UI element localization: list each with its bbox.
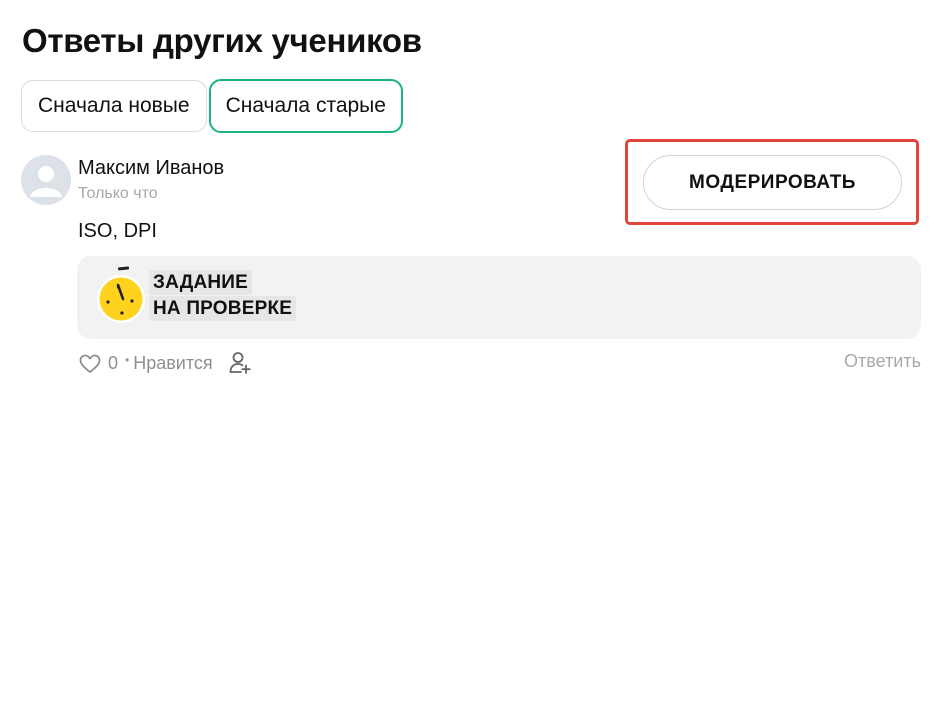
like-label: Нравится	[133, 352, 213, 373]
answer-actions: 0 • Нравится	[79, 351, 251, 375]
add-user-icon[interactable]	[229, 351, 251, 375]
status-card: ЗАДАНИЕ НА ПРОВЕРКЕ	[77, 256, 921, 339]
user-placeholder-icon	[21, 155, 71, 205]
author-name[interactable]: Максим Иванов	[78, 157, 224, 180]
stopwatch-icon	[97, 266, 145, 323]
status-text: ЗАДАНИЕ НА ПРОВЕРКЕ	[149, 270, 297, 321]
status-line-1: ЗАДАНИЕ	[149, 270, 253, 295]
sort-tab-newest[interactable]: Сначала новые	[21, 80, 207, 132]
section-title: Ответы других учеников	[22, 22, 422, 59]
sort-tabs: Сначала новые Сначала старые	[21, 79, 403, 133]
avatar[interactable]	[21, 155, 71, 205]
status-line-2: НА ПРОВЕРКЕ	[149, 296, 297, 321]
answer-timestamp: Только что	[78, 185, 158, 202]
reply-link[interactable]: Ответить	[844, 351, 921, 372]
moderate-button[interactable]: МОДЕРИРОВАТЬ	[643, 155, 902, 210]
likes-count: 0	[108, 352, 119, 373]
like-button[interactable]: 0 • Нравится	[79, 352, 213, 374]
answers-page: Ответы других учеников Сначала новые Сна…	[0, 0, 948, 708]
answer-text: ISO, DPI	[78, 220, 157, 242]
sort-tab-oldest[interactable]: Сначала старые	[208, 79, 403, 133]
heart-icon	[79, 354, 101, 373]
separator-dot: •	[125, 353, 130, 367]
